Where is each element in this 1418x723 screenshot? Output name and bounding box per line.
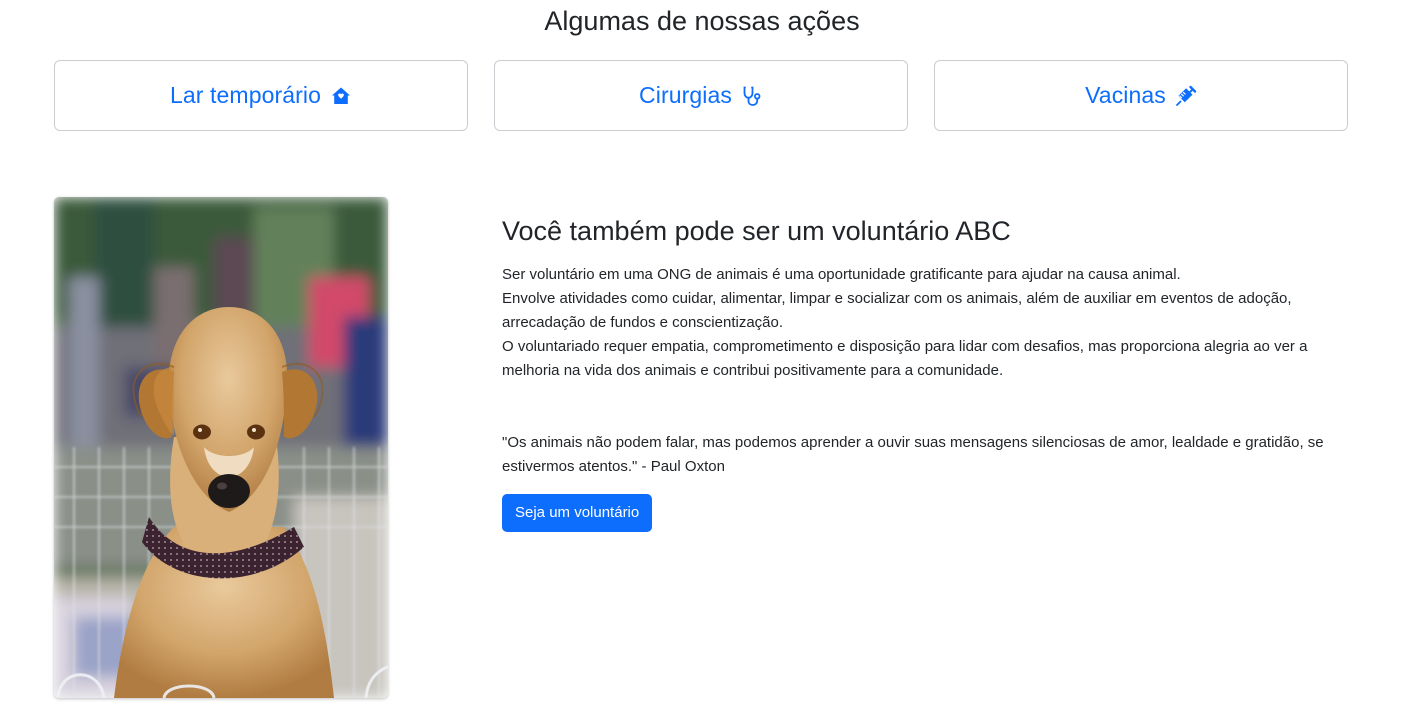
- description-line: Ser voluntário em uma ONG de animais é u…: [502, 266, 1181, 283]
- syringe-icon: [1175, 85, 1197, 107]
- house-icon: [330, 85, 352, 107]
- surgeries-label: Cirurgias: [639, 82, 732, 108]
- vaccines-label: Vacinas: [1085, 82, 1166, 108]
- description-line: Envolve atividades como cuidar, alimenta…: [502, 290, 1292, 331]
- foster-home-label: Lar temporário: [170, 82, 321, 108]
- foster-home-card[interactable]: Lar temporário: [54, 60, 468, 131]
- dog-with-bandana-photo: [54, 197, 388, 698]
- become-volunteer-button[interactable]: Seja um voluntário: [502, 494, 653, 532]
- description-line: O voluntariado requer empatia, compromet…: [502, 338, 1308, 379]
- volunteer-description: Ser voluntário em uma ONG de animais é u…: [502, 263, 1362, 383]
- volunteer-heading: Você também pode ser um voluntário ABC: [502, 216, 1011, 246]
- actions-title: Algumas de nossas ações: [544, 6, 860, 36]
- surgeries-card[interactable]: Cirurgias: [494, 60, 908, 131]
- stethoscope-icon: [741, 85, 763, 107]
- vaccines-card[interactable]: Vacinas: [934, 60, 1348, 131]
- volunteer-quote: "Os animais não podem falar, mas podemos…: [502, 434, 1324, 475]
